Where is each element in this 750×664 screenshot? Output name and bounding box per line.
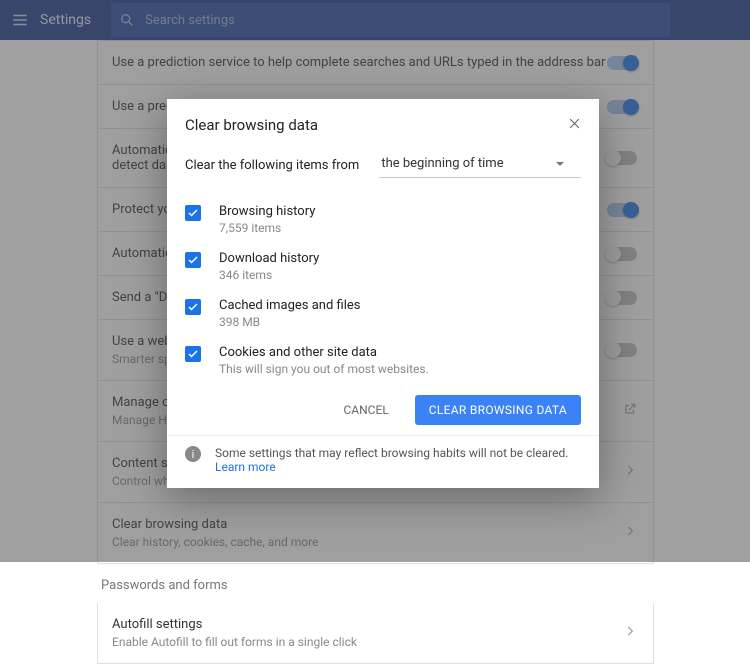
chevron-right-icon [623, 624, 637, 642]
close-icon [568, 117, 581, 130]
dialog-title: Clear browsing data [185, 116, 568, 134]
time-range-row: Clear the following items from the begin… [185, 152, 581, 178]
clear-data-item: Cached images and files 398 MB [185, 290, 581, 337]
section-label: Passwords and forms [97, 564, 654, 603]
item-label: Download history [219, 251, 319, 266]
checkbox[interactable] [185, 205, 201, 221]
dialog-actions: CANCEL CLEAR BROWSING DATA [167, 385, 599, 435]
time-range-select[interactable]: the beginning of time [379, 152, 581, 178]
row-sublabel: Enable Autofill to fill out forms in a s… [112, 635, 623, 649]
close-button[interactable] [568, 115, 581, 134]
checkbox[interactable] [185, 252, 201, 268]
dialog-footer: i Some settings that may reflect browsin… [167, 435, 599, 488]
learn-more-link[interactable]: Learn more [215, 460, 276, 474]
item-label: Cached images and files [219, 298, 360, 313]
item-sublabel: 7,559 items [219, 221, 315, 235]
dialog-footer-text: Some settings that may reflect browsing … [215, 446, 581, 474]
item-sublabel: This will sign you out of most websites. [219, 362, 429, 376]
settings-row[interactable]: Autofill settings Enable Autofill to fill… [97, 603, 654, 664]
clear-browsing-data-button[interactable]: CLEAR BROWSING DATA [415, 395, 581, 425]
checkbox[interactable] [185, 346, 201, 362]
dialog-items: Browsing history 7,559 items Download hist… [185, 196, 581, 385]
clear-data-item: Cookies and other site data This will sig… [185, 337, 581, 384]
item-label: Browsing history [219, 204, 315, 219]
info-icon: i [185, 446, 201, 462]
clear-data-item: Download history 346 items [185, 243, 581, 290]
clear-browsing-data-dialog: Clear browsing data Clear the following … [167, 99, 599, 488]
item-label: Cookies and other site data [219, 345, 429, 360]
time-range-label: Clear the following items from [185, 158, 359, 173]
time-range-value: the beginning of time [381, 156, 503, 171]
dialog-header: Clear browsing data [167, 99, 599, 142]
row-label: Autofill settings [112, 617, 623, 632]
clear-data-item: Browsing history 7,559 items [185, 196, 581, 243]
cancel-button[interactable]: CANCEL [329, 395, 402, 425]
chevron-down-icon [555, 159, 565, 169]
dialog-body: Clear the following items from the begin… [167, 142, 599, 385]
item-sublabel: 398 MB [219, 315, 360, 329]
checkbox[interactable] [185, 299, 201, 315]
item-sublabel: 346 items [219, 268, 319, 282]
